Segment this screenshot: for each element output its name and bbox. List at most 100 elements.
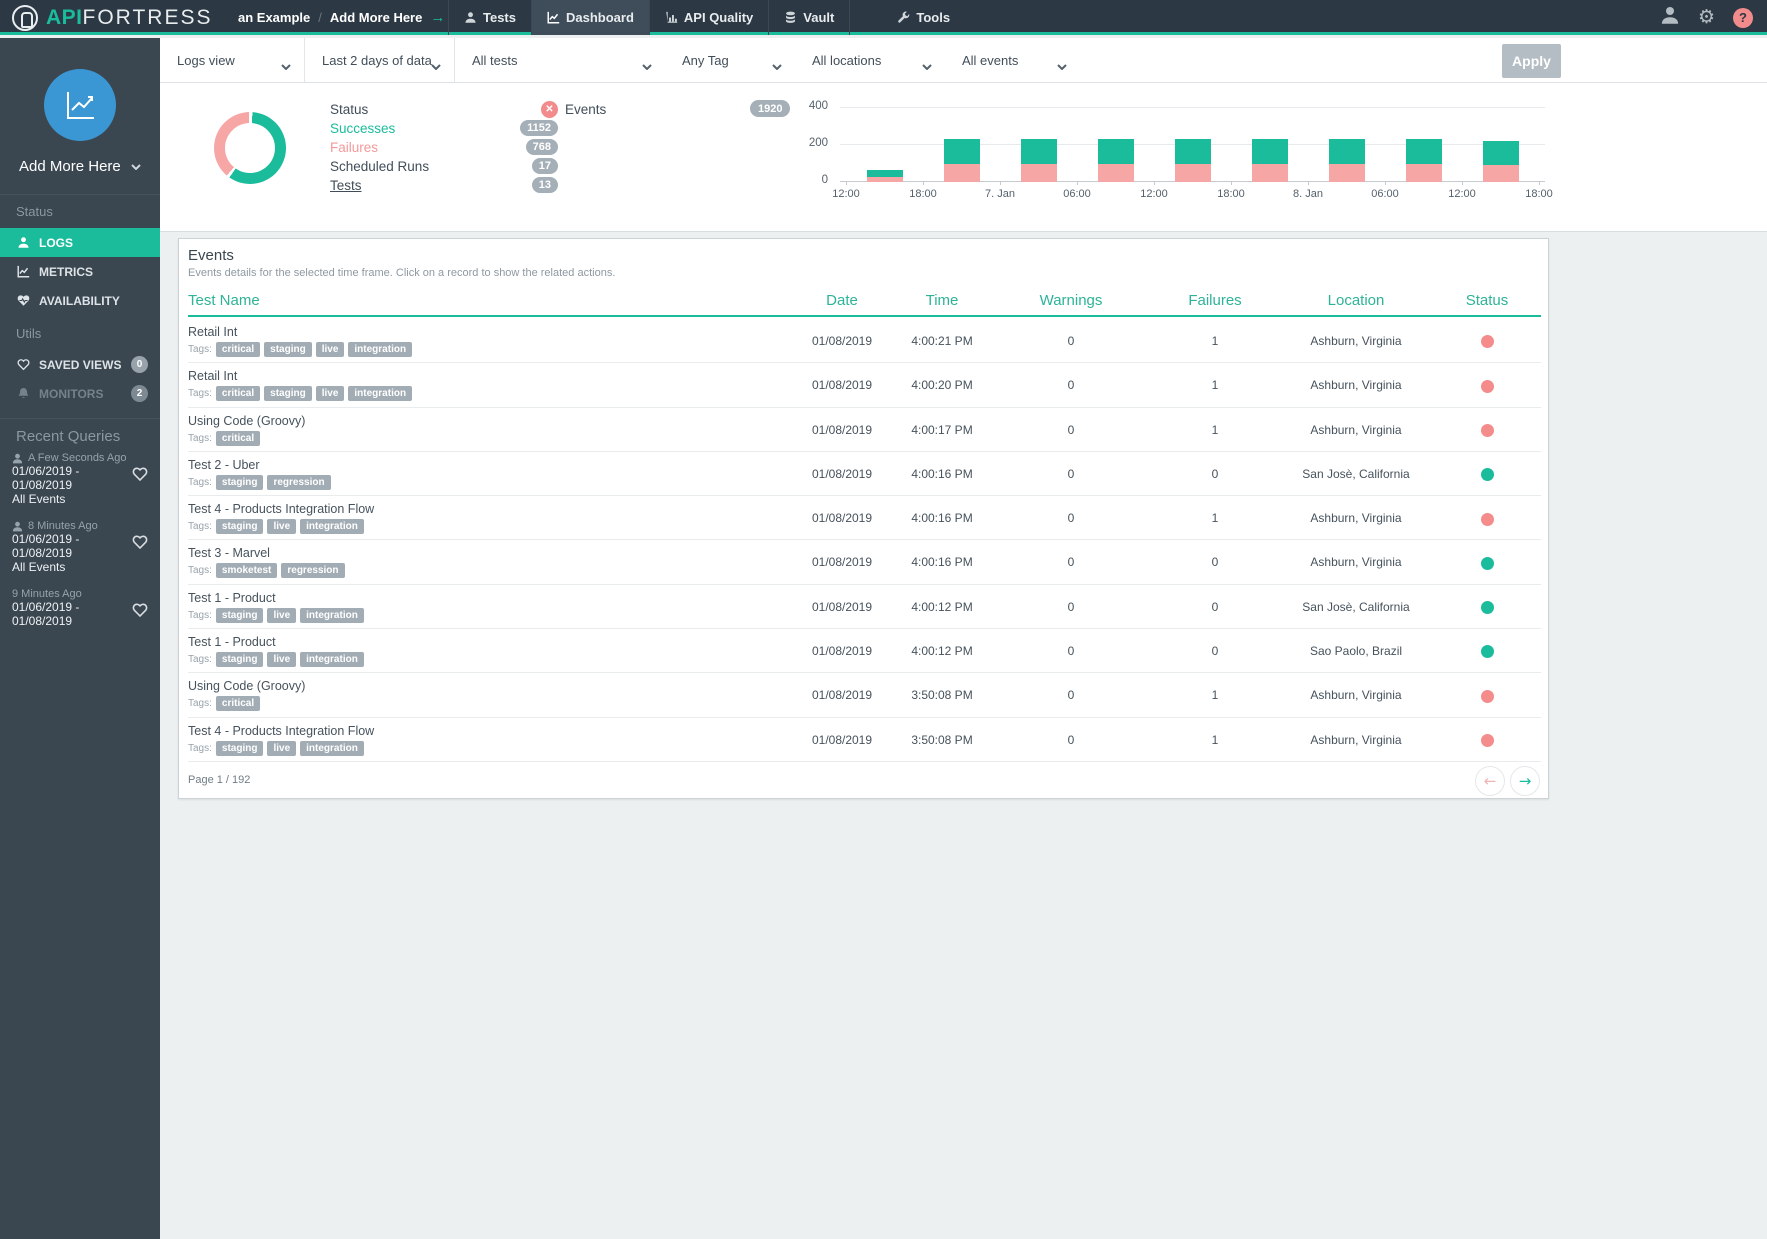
apply-button[interactable]: Apply (1502, 44, 1561, 78)
heart-icon (17, 358, 30, 371)
favorite-heart-icon[interactable] (132, 467, 148, 486)
events-count-badge: 1920 (750, 100, 790, 117)
status-metric-label: Successes (330, 121, 395, 136)
sidebar-item-availability[interactable]: AVAILABILITY (0, 286, 160, 315)
event-warnings: 0 (1001, 363, 1141, 407)
tags-label: Tags: (188, 654, 212, 665)
success-segment (1021, 139, 1057, 165)
event-table-row[interactable]: Using Code (Groovy) Tags:critical 01/08/… (188, 408, 1541, 452)
project-selector[interactable]: Add More Here (0, 158, 160, 175)
stacked-bar[interactable] (1021, 139, 1057, 182)
column-test-name: Test Name (188, 292, 260, 309)
event-table-row[interactable]: Test 4 - Products Integration Flow Tags:… (188, 718, 1541, 762)
x-tick-label: 18:00 (893, 188, 953, 200)
x-tick (1539, 181, 1540, 185)
event-location: Ashburn, Virginia (1286, 408, 1426, 452)
tab-dashboard[interactable]: Dashboard (531, 0, 649, 35)
status-metric-badge: 13 (532, 177, 558, 193)
status-metric-row[interactable]: Status (330, 100, 558, 119)
event-table-row[interactable]: Test 4 - Products Integration Flow Tags:… (188, 496, 1541, 540)
sidebar-item-saved-views[interactable]: SAVED VIEWS 0 (0, 350, 160, 379)
event-warnings: 0 (1001, 408, 1141, 452)
logs-icon (17, 236, 30, 249)
event-test-name: Test 4 - Products Integration Flow (188, 724, 374, 738)
stacked-bar[interactable] (1098, 139, 1134, 182)
user-avatar-icon[interactable] (1660, 5, 1680, 30)
event-table-row[interactable]: Test 1 - Product Tags:stagingliveintegra… (188, 629, 1541, 673)
failure-segment (1252, 164, 1288, 182)
location-select[interactable]: All locations (795, 38, 945, 83)
status-metric-row[interactable]: Tests 13 (330, 176, 558, 195)
stacked-bar[interactable] (1483, 141, 1519, 182)
event-time: 3:50:08 PM (872, 718, 1012, 762)
stacked-bar[interactable] (867, 170, 903, 182)
recent-query-item[interactable]: 8 Minutes Ago 01/06/2019 - 01/08/2019 Al… (0, 520, 160, 588)
sidebar-item-metrics[interactable]: METRICS (0, 257, 160, 286)
failure-segment (1021, 164, 1057, 182)
date-range-select[interactable]: Last 2 days of data (305, 38, 455, 83)
saved-views-count-badge: 0 (131, 356, 148, 373)
event-location: Ashburn, Virginia (1286, 363, 1426, 407)
event-time: 4:00:12 PM (872, 629, 1012, 673)
tab-tools[interactable]: Tools (882, 0, 965, 35)
event-table-row[interactable]: Test 1 - Product Tags:stagingliveintegra… (188, 585, 1541, 629)
tag-select[interactable]: Any Tag (665, 38, 795, 83)
chevron-down-icon (642, 58, 652, 73)
stacked-bar[interactable] (944, 139, 980, 182)
event-table-row[interactable]: Retail Int Tags:criticalstagingliveinteg… (188, 319, 1541, 363)
event-table-row[interactable]: Test 2 - Uber Tags:stagingregression 01/… (188, 452, 1541, 496)
event-table-row[interactable]: Test 3 - Marvel Tags:smoketestregression… (188, 540, 1541, 584)
event-type-select[interactable]: All events (945, 38, 1080, 83)
status-metric-row[interactable]: Successes 1152 (330, 119, 558, 138)
query-date-range: 01/06/2019 - 01/08/2019 (12, 600, 134, 628)
status-metric-badge: 17 (532, 158, 558, 174)
next-page-button[interactable] (1510, 766, 1540, 796)
tag-pill: integration (300, 652, 364, 667)
gear-icon[interactable]: ⚙ (1698, 8, 1715, 27)
event-table-row[interactable]: Retail Int Tags:criticalstagingliveinteg… (188, 363, 1541, 407)
stacked-bar[interactable] (1329, 139, 1365, 182)
help-icon[interactable]: ? (1733, 8, 1753, 28)
sidebar-item-monitors[interactable]: MONITORS 2 (0, 379, 160, 408)
y-tick-label: 200 (790, 137, 828, 149)
status-metric-row[interactable]: Scheduled Runs 17 (330, 157, 558, 176)
breadcrumb-page[interactable]: Add More Here (330, 10, 422, 25)
pagination-label: Page 1 / 192 (188, 774, 250, 786)
event-failures: 0 (1145, 452, 1285, 496)
chevron-down-icon (131, 158, 141, 175)
sidebar-item-logs[interactable]: LOGS (0, 228, 160, 257)
recent-query-item[interactable]: A Few Seconds Ago 01/06/2019 - 01/08/201… (0, 452, 160, 520)
query-age: A Few Seconds Ago (28, 452, 126, 464)
status-metric-label: Scheduled Runs (330, 159, 429, 174)
stacked-bar[interactable] (1406, 139, 1442, 182)
view-select[interactable]: Logs view (160, 38, 305, 83)
breadcrumb-arrow-icon[interactable] (430, 9, 445, 26)
failure-segment (1175, 164, 1211, 182)
previous-page-button[interactable] (1475, 766, 1505, 796)
tab-vault[interactable]: Vault (768, 0, 850, 35)
event-test-name: Test 4 - Products Integration Flow (188, 502, 374, 516)
tag-pill: live (316, 386, 345, 401)
event-failures: 1 (1145, 408, 1285, 452)
tag-list: stagingregression (216, 475, 331, 490)
event-failures: 0 (1145, 540, 1285, 584)
stacked-bar[interactable] (1252, 139, 1288, 182)
status-metric-row[interactable]: Failures 768 (330, 138, 558, 157)
breadcrumb-project[interactable]: an Example (238, 10, 310, 25)
tag-pill: staging (216, 652, 264, 667)
recent-query-item[interactable]: 9 Minutes Ago 01/06/2019 - 01/08/2019 Al… (0, 588, 160, 629)
tags-label: Tags: (188, 743, 212, 754)
tests-select[interactable]: All tests (455, 38, 665, 83)
project-chart-icon[interactable] (44, 69, 116, 141)
tag-list: stagingliveintegration (216, 608, 364, 623)
status-metric-badge: 768 (526, 139, 558, 155)
stacked-bar[interactable] (1175, 139, 1211, 182)
event-table-row[interactable]: Using Code (Groovy) Tags:critical 01/08/… (188, 673, 1541, 717)
event-time: 3:50:08 PM (872, 673, 1012, 717)
favorite-heart-icon[interactable] (132, 603, 148, 622)
tab-api-quality[interactable]: API Quality (649, 0, 768, 35)
event-location: Ashburn, Virginia (1286, 319, 1426, 363)
tab-tests[interactable]: Tests (448, 0, 531, 35)
app-logo[interactable]: APIFORTRESS (12, 0, 212, 35)
favorite-heart-icon[interactable] (132, 535, 148, 554)
